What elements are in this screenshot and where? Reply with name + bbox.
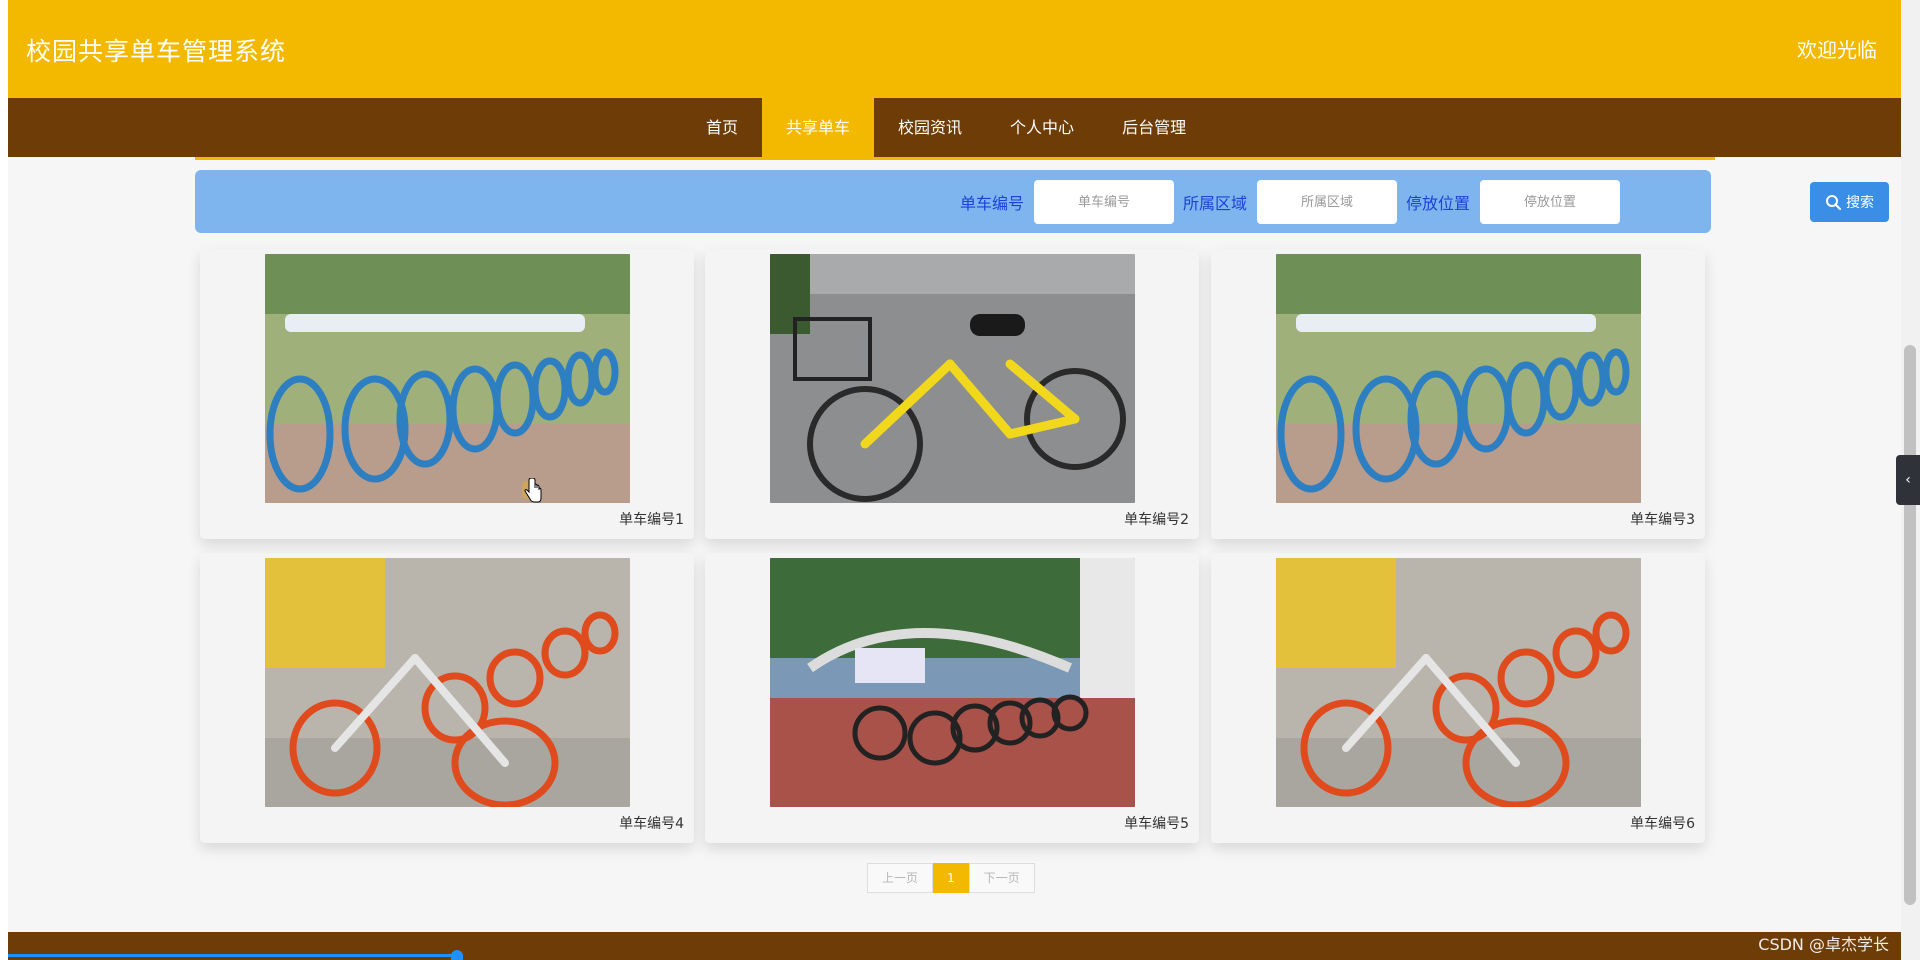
bike-card[interactable]: 单车编号4: [200, 553, 694, 843]
area-input[interactable]: [1257, 180, 1398, 224]
bike-card[interactable]: 单车编号1: [200, 249, 694, 539]
bike-card-label: 单车编号6: [1630, 816, 1695, 832]
bike-card-label: 单车编号1: [619, 512, 684, 528]
scrollbar-thumb[interactable]: [1904, 345, 1916, 905]
nav-item-campus-news[interactable]: 校园资讯: [874, 98, 986, 157]
site-header: 校园共享单车管理系统 欢迎光临: [8, 0, 1901, 98]
main-nav: 首页 共享单车 校园资讯 个人中心 后台管理: [8, 98, 1901, 157]
bike-card-label: 单车编号2: [1124, 512, 1189, 528]
window-left-edge: [0, 0, 8, 960]
prev-page-button[interactable]: 上一页: [867, 863, 934, 893]
bike-card[interactable]: 单车编号3: [1211, 249, 1705, 539]
csdn-watermark: CSDN @卓杰学长: [1758, 935, 1889, 954]
search-bar: 单车编号 所属区域 停放位置 搜索: [195, 170, 1889, 233]
nav-item-home[interactable]: 首页: [682, 98, 762, 157]
pagination: 上一页 1 下一页: [867, 863, 1035, 893]
bike-card-label: 单车编号3: [1630, 512, 1695, 528]
bike-card-label: 单车编号4: [619, 816, 684, 832]
parking-location-input[interactable]: [1480, 180, 1621, 224]
search-group-bike-number: 单车编号: [960, 180, 1175, 224]
welcome-text: 欢迎光临: [1797, 38, 1877, 62]
blue-bikes-row-image: [1276, 254, 1641, 503]
yellow-bike-image: [770, 254, 1135, 503]
bike-card[interactable]: 单车编号5: [705, 553, 1199, 843]
nav-divider: [195, 157, 1715, 160]
bike-card[interactable]: 单车编号6: [1211, 553, 1705, 843]
bike-number-input[interactable]: [1034, 180, 1175, 224]
page: 校园共享单车管理系统 欢迎光临 首页 共享单车 校园资讯 个人中心 后台管理 单…: [8, 0, 1901, 960]
nav-item-personal-center[interactable]: 个人中心: [986, 98, 1098, 157]
blue-bikes-row-image: [265, 254, 630, 503]
search-icon: [1826, 195, 1841, 210]
bike-grid: 单车编号1 单车编号2 单车编号3 单车编号4 单车编号5 单车编号6: [200, 249, 1715, 849]
bike-card-label: 单车编号5: [1124, 816, 1189, 832]
parking-location-label: 停放位置: [1406, 194, 1471, 213]
hand-cursor-icon: [522, 478, 542, 503]
search-button-label: 搜索: [1846, 195, 1874, 211]
chevron-left-icon: ‹: [1905, 472, 1911, 488]
search-group-parking-location: 停放位置: [1406, 180, 1621, 224]
bikes-at-station-image: [770, 558, 1135, 807]
area-label: 所属区域: [1183, 194, 1248, 213]
page-load-progress-dot: [451, 950, 463, 960]
side-drawer-toggle[interactable]: ‹: [1896, 455, 1920, 505]
search-group-area: 所属区域: [1183, 180, 1398, 224]
bike-card[interactable]: 单车编号2: [705, 249, 1199, 539]
site-title: 校园共享单车管理系统: [26, 37, 287, 66]
orange-bikes-row-image: [1276, 558, 1641, 807]
orange-bikes-row-image: [265, 558, 630, 807]
current-page-button[interactable]: 1: [933, 863, 969, 893]
nav-item-shared-bikes[interactable]: 共享单车: [762, 98, 875, 157]
next-page-button[interactable]: 下一页: [968, 863, 1035, 893]
nav-item-admin[interactable]: 后台管理: [1098, 98, 1210, 157]
nav-items: 首页 共享单车 校园资讯 个人中心 后台管理: [682, 98, 1210, 157]
page-load-progress: [8, 954, 463, 957]
bike-number-label: 单车编号: [960, 194, 1025, 213]
app-window: 校园共享单车管理系统 欢迎光临 首页 共享单车 校园资讯 个人中心 后台管理 单…: [0, 0, 1920, 960]
search-button[interactable]: 搜索: [1810, 182, 1889, 222]
